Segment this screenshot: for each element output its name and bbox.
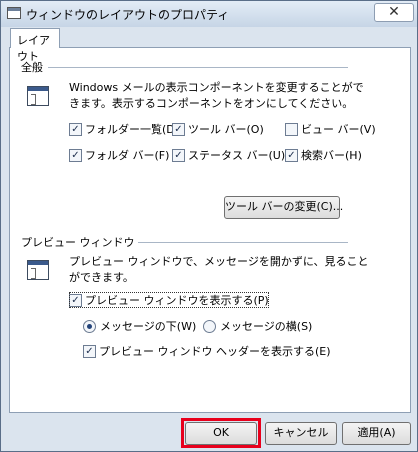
show-header-label: プレビュー ウィンドウ ヘッダーを表示する(E) [99,345,331,358]
ok-highlight-frame [181,418,261,448]
basic-description: Windows メールの表示コンポーネントを変更することがで きます。表示するコ… [69,80,364,112]
preview-description-line-2: ができます。 [69,271,134,284]
close-icon: ✕ [388,4,400,20]
beside-message-radio[interactable]: メッセージの横(S) [203,318,312,334]
close-button[interactable]: ✕ [374,3,414,22]
checkbox-box: ✓ [172,148,185,162]
preview-description: プレビュー ウィンドウで、メッセージを開かずに、見ること ができます。 [69,254,369,286]
search-bar-checkbox[interactable]: ✓ 検索バー(H) [285,147,362,163]
checkbox-box: ✓ [285,148,298,162]
preview-icon [27,260,49,280]
checkbox-box: ✓ [69,122,82,136]
show-preview-checkbox[interactable]: ✓ プレビュー ウィンドウを表示する(P) [69,292,269,308]
show-preview-label: プレビュー ウィンドウを表示する(P) [85,294,269,307]
preview-group-label: プレビュー ウィンドウ [21,236,135,249]
status-bar-label: ステータス バー(U) [188,149,286,162]
view-bar-checkbox[interactable]: ✓ ビュー バー(V) [285,121,376,137]
folder-list-label: フォルダー一覧(D) [85,123,180,136]
preview-group-divider [138,242,348,243]
apply-button[interactable]: 適用(A) [342,422,411,445]
tab-layout[interactable]: レイアウト [10,28,60,63]
preview-description-line-1: プレビュー ウィンドウで、メッセージを開かずに、見ること [69,255,369,268]
status-bar-checkbox[interactable]: ✓ ステータス バー(U) [172,147,285,163]
toolbar-checkbox[interactable]: ✓ ツール バー(O) [172,121,264,137]
folder-list-checkbox[interactable]: ✓ フォルダー一覧(D) [69,121,179,137]
checkbox-box: ✓ [172,122,185,136]
folder-bar-checkbox[interactable]: ✓ フォルダ バー(F) [69,147,169,163]
radio-dot [203,319,216,333]
checkbox-box: ✓ [83,344,96,358]
tab-panel: 全般 Windows メールの表示コンポーネントを変更することがで きます。表示… [9,47,411,413]
below-message-radio[interactable]: メッセージの下(W) [83,318,196,334]
title-bar: ウィンドウのレイアウトのプロパティ ✕ [1,1,417,27]
checkbox-box: ✓ [69,148,82,162]
below-message-label: メッセージの下(W) [100,320,197,333]
beside-message-label: メッセージの横(S) [220,320,313,333]
checkbox-box: ✓ [69,293,82,307]
toolbar-label: ツール バー(O) [188,123,264,136]
view-bar-label: ビュー バー(V) [301,123,376,136]
basic-group-divider [48,67,348,68]
checkbox-box: ✓ [285,122,298,136]
show-header-checkbox[interactable]: ✓ プレビュー ウィンドウ ヘッダーを表示する(E) [83,343,331,359]
basic-description-line-2: きます。表示するコンポーネントをオンにしてください。 [69,97,354,110]
properties-dialog: ウィンドウのレイアウトのプロパティ ✕ レイアウト 全般 Windows メール… [0,0,418,452]
layout-icon [27,86,49,106]
search-bar-label: 検索バー(H) [301,149,362,162]
cancel-button[interactable]: キャンセル [265,422,337,445]
folder-bar-label: フォルダ バー(F) [85,149,170,162]
radio-dot [83,319,96,333]
customize-toolbar-button[interactable]: ツール バーの変更(C)... [224,196,343,219]
window-icon [7,7,21,19]
window-title: ウィンドウのレイアウトのプロパティ [26,8,230,22]
basic-description-line-1: Windows メールの表示コンポーネントを変更することがで [69,81,364,94]
